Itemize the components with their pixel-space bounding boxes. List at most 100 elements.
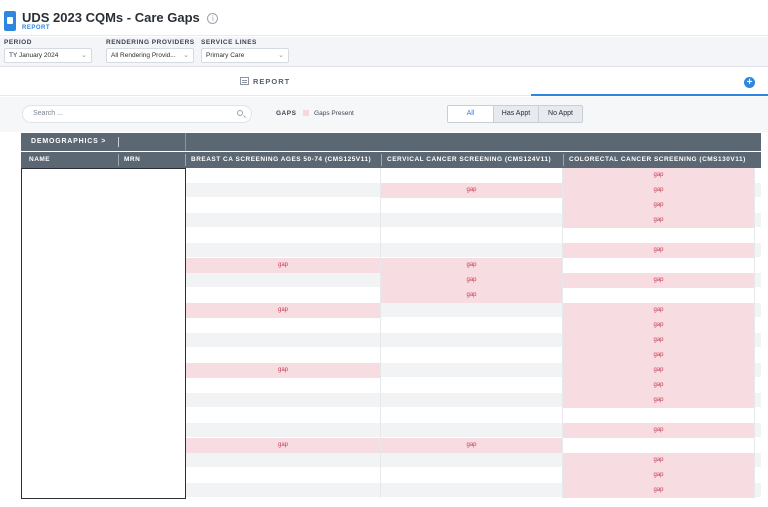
table-row[interactable]: gap xyxy=(186,318,761,333)
cell-breast[interactable] xyxy=(186,378,381,393)
cell-breast[interactable] xyxy=(186,183,381,198)
cell-breast[interactable]: gap xyxy=(186,258,381,273)
cell-cervical[interactable]: gap xyxy=(381,183,563,198)
cell-breast[interactable]: gap xyxy=(186,303,381,318)
cell-colorectal[interactable] xyxy=(563,258,755,273)
col-header-cervical[interactable]: CERVICAL CANCER SCREENING (CMS124V11) xyxy=(387,156,551,163)
cell-breast[interactable] xyxy=(186,243,381,258)
cell-cervical[interactable]: gap xyxy=(381,438,563,453)
cell-colorectal[interactable]: gap xyxy=(563,468,755,483)
table-row[interactable]: gap xyxy=(186,168,761,183)
tab-report[interactable]: REPORT xyxy=(240,77,290,86)
cell-breast[interactable] xyxy=(186,348,381,363)
cell-cervical[interactable] xyxy=(381,198,563,213)
table-row[interactable]: gap xyxy=(186,453,761,468)
search-input[interactable]: Search ... xyxy=(22,105,252,123)
table-row[interactable]: gap gap xyxy=(186,438,761,453)
table-row[interactable]: gap gap xyxy=(186,363,761,378)
table-row[interactable]: gap gap xyxy=(186,258,761,273)
info-icon[interactable]: i xyxy=(207,13,219,25)
cell-colorectal[interactable]: gap xyxy=(563,243,755,258)
table-row[interactable] xyxy=(186,228,761,243)
cell-cervical[interactable] xyxy=(381,213,563,228)
cell-colorectal[interactable] xyxy=(563,228,755,243)
add-icon[interactable]: + xyxy=(744,77,755,88)
cell-breast[interactable] xyxy=(186,228,381,243)
cell-breast[interactable] xyxy=(186,333,381,348)
cell-breast[interactable] xyxy=(186,213,381,228)
table-row[interactable]: gap xyxy=(186,483,761,498)
table-row[interactable]: gap xyxy=(186,468,761,483)
cell-breast[interactable] xyxy=(186,423,381,438)
cell-cervical[interactable] xyxy=(381,243,563,258)
cell-cervical[interactable] xyxy=(381,168,563,183)
table-row[interactable]: gap gap xyxy=(186,303,761,318)
cell-cervical[interactable] xyxy=(381,378,563,393)
table-row[interactable]: gap xyxy=(186,393,761,408)
cell-cervical[interactable] xyxy=(381,468,563,483)
cell-breast[interactable] xyxy=(186,288,381,303)
cell-cervical[interactable] xyxy=(381,318,563,333)
cell-colorectal[interactable] xyxy=(563,438,755,453)
cell-colorectal[interactable]: gap xyxy=(563,378,755,393)
cell-colorectal[interactable] xyxy=(563,288,755,303)
cell-colorectal[interactable]: gap xyxy=(563,363,755,378)
cell-cervical[interactable] xyxy=(381,483,563,498)
cell-breast[interactable] xyxy=(186,483,381,498)
filter-no-appt-button[interactable]: No Appt xyxy=(538,106,582,122)
cell-cervical[interactable] xyxy=(381,423,563,438)
table-row[interactable]: gap xyxy=(186,213,761,228)
table-row[interactable]: gap xyxy=(186,288,761,303)
demographics-toggle[interactable]: DEMOGRAPHICS > xyxy=(31,138,106,145)
cell-breast[interactable] xyxy=(186,198,381,213)
cell-colorectal[interactable]: gap xyxy=(563,183,755,198)
search-icon[interactable] xyxy=(237,110,243,116)
col-header-mrn[interactable]: MRN xyxy=(124,156,140,163)
table-row[interactable]: gap gap xyxy=(186,273,761,288)
cell-breast[interactable] xyxy=(186,273,381,288)
col-header-name[interactable]: NAME xyxy=(29,156,50,163)
cell-breast[interactable] xyxy=(186,468,381,483)
cell-breast[interactable] xyxy=(186,408,381,423)
cell-cervical[interactable] xyxy=(381,453,563,468)
cell-colorectal[interactable]: gap xyxy=(563,393,755,408)
cell-breast[interactable] xyxy=(186,318,381,333)
cell-colorectal[interactable]: gap xyxy=(563,483,755,498)
cell-colorectal[interactable]: gap xyxy=(563,168,755,183)
cell-colorectal[interactable]: gap xyxy=(563,453,755,468)
cell-cervical[interactable] xyxy=(381,393,563,408)
col-header-breast[interactable]: BREAST CA SCREENING AGES 50-74 (CMS125V1… xyxy=(191,156,371,163)
cell-cervical[interactable]: gap xyxy=(381,273,563,288)
table-row[interactable]: gap xyxy=(186,378,761,393)
table-row[interactable]: gap xyxy=(186,198,761,213)
table-row[interactable] xyxy=(186,408,761,423)
table-row[interactable]: gap xyxy=(186,243,761,258)
period-select[interactable]: TY January 2024 ⌄ xyxy=(4,48,92,63)
service-select[interactable]: Primary Care ⌄ xyxy=(201,48,289,63)
table-row[interactable]: gap xyxy=(186,348,761,363)
cell-breast[interactable]: gap xyxy=(186,438,381,453)
cell-breast[interactable]: gap xyxy=(186,363,381,378)
cell-colorectal[interactable]: gap xyxy=(563,213,755,228)
cell-colorectal[interactable]: gap xyxy=(563,198,755,213)
cell-cervical[interactable] xyxy=(381,408,563,423)
col-header-colorectal[interactable]: COLORECTAL CANCER SCREENING (CMS130V11) xyxy=(569,156,746,163)
filter-has-appt-button[interactable]: Has Appt xyxy=(493,106,538,122)
cell-colorectal[interactable]: gap xyxy=(563,303,755,318)
cell-cervical[interactable]: gap xyxy=(381,258,563,273)
table-row[interactable]: gap xyxy=(186,333,761,348)
cell-breast[interactable] xyxy=(186,453,381,468)
providers-select[interactable]: All Rendering Provid... ⌄ xyxy=(106,48,194,63)
cell-colorectal[interactable]: gap xyxy=(563,348,755,363)
cell-breast[interactable] xyxy=(186,168,381,183)
filter-all-button[interactable]: All xyxy=(448,106,493,122)
cell-cervical[interactable] xyxy=(381,363,563,378)
cell-colorectal[interactable]: gap xyxy=(563,273,755,288)
app-icon[interactable] xyxy=(4,11,16,31)
cell-cervical[interactable] xyxy=(381,333,563,348)
cell-cervical[interactable] xyxy=(381,303,563,318)
cell-colorectal[interactable]: gap xyxy=(563,423,755,438)
cell-colorectal[interactable]: gap xyxy=(563,333,755,348)
table-row[interactable]: gap xyxy=(186,423,761,438)
cell-colorectal[interactable]: gap xyxy=(563,318,755,333)
